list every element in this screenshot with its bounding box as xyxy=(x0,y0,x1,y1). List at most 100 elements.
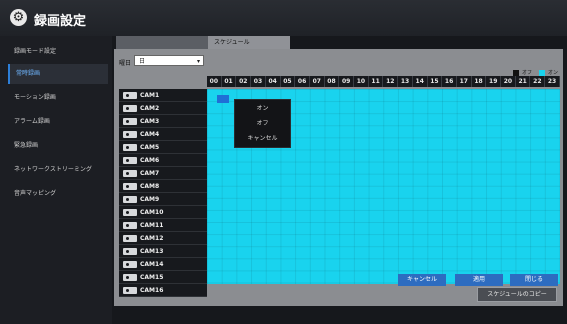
sidebar-item-motion-record[interactable]: モーション録画 xyxy=(8,88,108,108)
camera-label: CAM2 xyxy=(140,104,160,112)
camera-icon xyxy=(123,195,137,203)
camera-label: CAM7 xyxy=(140,169,160,177)
camera-icon xyxy=(123,143,137,151)
camera-icon xyxy=(123,208,137,216)
camera-row[interactable]: CAM5 xyxy=(119,141,207,154)
hour-label: 04 xyxy=(265,76,281,87)
camera-row[interactable]: CAM1 xyxy=(119,89,207,102)
camera-icon xyxy=(123,221,137,229)
hour-label: 06 xyxy=(295,76,310,87)
hour-label: 10 xyxy=(354,76,369,87)
legend-on-label: オン xyxy=(547,70,558,76)
camera-row[interactable]: CAM9 xyxy=(119,193,207,206)
camera-row[interactable]: CAM4 xyxy=(119,128,207,141)
hour-label: 18 xyxy=(471,76,487,87)
camera-icon xyxy=(123,273,137,281)
camera-icon xyxy=(123,286,137,294)
hour-label: 17 xyxy=(456,76,472,87)
day-label: 曜日 xyxy=(119,60,132,67)
sidebar-item-label: アラーム録画 xyxy=(14,118,50,125)
sidebar-item-emergency-record[interactable]: 緊急録画 xyxy=(8,136,108,156)
legend: オフ オン xyxy=(512,69,558,76)
camera-row[interactable]: CAM7 xyxy=(119,167,207,180)
camera-label: CAM6 xyxy=(140,156,160,164)
chevron-down-icon: ▾ xyxy=(196,58,200,65)
camera-row[interactable]: CAM2 xyxy=(119,102,207,115)
context-menu: オン オフ キャンセル xyxy=(234,99,291,148)
legend-off-label: オフ xyxy=(521,70,532,76)
sidebar-item-network-streaming[interactable]: ネットワークストリーミング xyxy=(8,160,108,180)
sidebar-item-continuous-record[interactable]: 常時録画 xyxy=(8,64,108,84)
cancel-button[interactable]: キャンセル xyxy=(398,274,446,286)
camera-icon xyxy=(123,156,137,164)
sidebar-item-label: 常時録画 xyxy=(16,70,41,77)
hour-label: 02 xyxy=(236,76,252,87)
camera-icon xyxy=(123,117,137,125)
sidebar: 録画モード設定 常時録画 モーション録画 アラーム録画 緊急録画 ネットワークス… xyxy=(0,36,112,324)
sidebar-item-label: 録画モード設定 xyxy=(14,48,57,55)
hour-label: 03 xyxy=(251,76,266,87)
camera-label: CAM16 xyxy=(140,286,164,294)
camera-label: CAM8 xyxy=(140,182,160,190)
day-select[interactable]: 日 ▾ xyxy=(134,55,204,66)
sidebar-item-label: 音声マッピング xyxy=(14,190,57,197)
legend-on-swatch xyxy=(538,69,545,76)
context-menu-on[interactable]: オン xyxy=(235,102,290,115)
hour-label: 01 xyxy=(221,76,237,87)
hour-header: 00 01 02 03 04 05 06 07 08 09 10 11 12 13 14 15 16 17 18 19… xyxy=(207,76,560,87)
tab-schedule[interactable]: スケジュール xyxy=(208,36,290,49)
camera-row[interactable]: CAM3 xyxy=(119,115,207,128)
sidebar-item-record-mode[interactable]: 録画モード設定 xyxy=(8,42,108,62)
context-menu-cancel[interactable]: キャンセル xyxy=(235,132,290,145)
camera-label: CAM1 xyxy=(140,91,160,99)
camera-label: CAM10 xyxy=(140,208,164,216)
camera-label: CAM5 xyxy=(140,143,160,151)
sidebar-item-label: 緊急録画 xyxy=(14,142,39,149)
hour-label: 13 xyxy=(398,76,413,87)
camera-row[interactable]: CAM12 xyxy=(119,232,207,245)
camera-label: CAM14 xyxy=(140,260,164,268)
legend-off-swatch xyxy=(512,69,519,76)
camera-icon xyxy=(123,182,137,190)
tab-label: スケジュール xyxy=(214,39,250,46)
hour-label: 00 xyxy=(207,76,222,87)
camera-row[interactable]: CAM16 xyxy=(119,284,207,297)
gear-icon: ⚙ xyxy=(10,9,27,26)
camera-row[interactable]: CAM8 xyxy=(119,180,207,193)
camera-row[interactable]: CAM10 xyxy=(119,206,207,219)
context-menu-off[interactable]: オフ xyxy=(235,117,290,130)
day-select-value: 日 xyxy=(139,58,146,65)
hour-label: 16 xyxy=(442,76,457,87)
hour-label: 12 xyxy=(383,76,399,87)
hour-label: 05 xyxy=(280,76,296,87)
camera-icon xyxy=(123,104,137,112)
camera-row[interactable]: CAM15 xyxy=(119,271,207,284)
sidebar-item-alarm-record[interactable]: アラーム録画 xyxy=(8,112,108,132)
copy-schedule-button[interactable]: スケジュールのコピー xyxy=(477,287,557,302)
schedule-panel: 曜日 日 ▾ オフ オン 00 01 02 03 04 05 06 07 08 09 10 11 12 1… xyxy=(114,49,563,306)
hour-label: 08 xyxy=(324,76,340,87)
sidebar-item-label: ネットワークストリーミング xyxy=(14,166,92,173)
sidebar-item-audio-mapping[interactable]: 音声マッピング xyxy=(8,184,108,204)
camera-row[interactable]: CAM13 xyxy=(119,245,207,258)
window-title: 録画設定 xyxy=(34,14,87,29)
camera-label: CAM15 xyxy=(140,273,164,281)
camera-label: CAM11 xyxy=(140,221,164,229)
schedule-grid[interactable]: オン オフ キャンセル xyxy=(207,89,560,284)
close-button[interactable]: 閉じる xyxy=(510,274,558,286)
title-bar: ⚙ 録画設定 xyxy=(0,0,567,37)
camera-icon xyxy=(123,247,137,255)
selected-cell[interactable] xyxy=(217,95,229,103)
camera-row[interactable]: CAM14 xyxy=(119,258,207,271)
hour-label: 20 xyxy=(501,76,516,87)
camera-row[interactable]: CAM6 xyxy=(119,154,207,167)
hour-label: 07 xyxy=(309,76,325,87)
camera-row[interactable]: CAM11 xyxy=(119,219,207,232)
hour-label: 22 xyxy=(530,76,546,87)
camera-list: CAM1 CAM2 CAM3 CAM4 CAM5 CAM6 CAM7 CAM8 CAM9 CAM1… xyxy=(119,89,207,297)
tab-general[interactable] xyxy=(116,36,208,49)
hour-label: 15 xyxy=(427,76,443,87)
camera-label: CAM13 xyxy=(140,247,164,255)
camera-label: CAM4 xyxy=(140,130,160,138)
apply-button[interactable]: 適用 xyxy=(455,274,503,286)
